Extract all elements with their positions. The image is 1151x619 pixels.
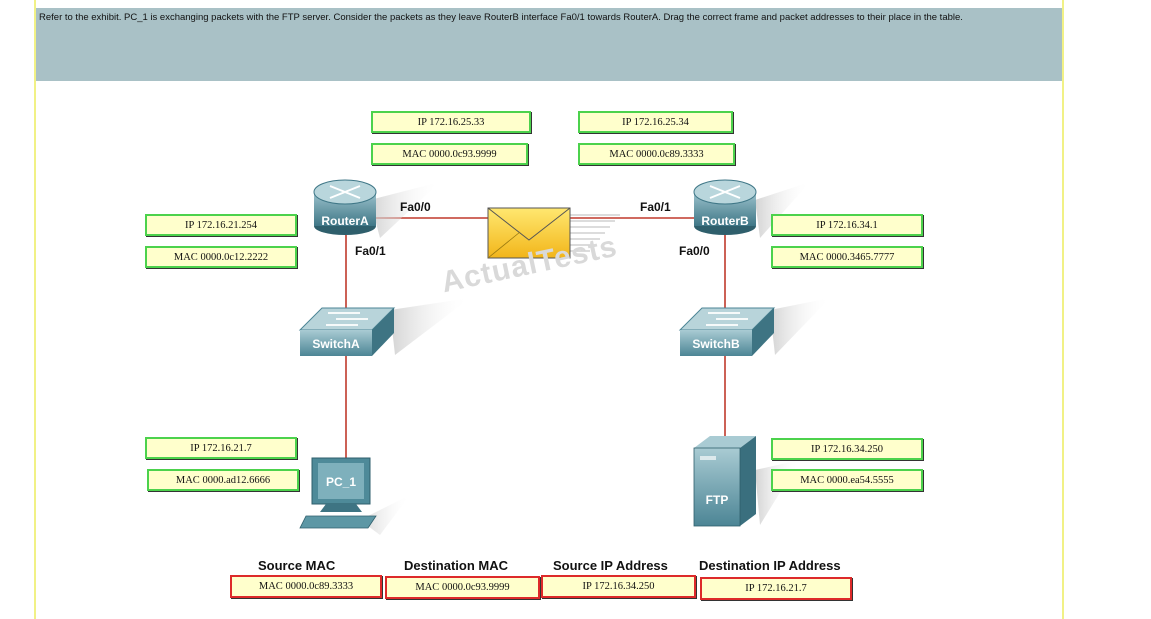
network-diagram: RouterA RouterB SwitchA SwitchB PC_1 FTP [298, 179, 830, 535]
answer-destination-mac[interactable]: MAC 0000.0c93.9999 [385, 576, 540, 599]
pc-label: PC_1 [326, 475, 356, 489]
destination-ip-header: Destination IP Address [699, 558, 841, 573]
router-b-label: RouterB [701, 214, 749, 228]
router-b-fa00-ip-label[interactable]: IP 172.16.34.1 [771, 214, 923, 236]
answer-source-mac[interactable]: MAC 0000.0c89.3333 [230, 575, 382, 598]
ftp-mac-label[interactable]: MAC 0000.ea54.5555 [771, 469, 923, 491]
source-ip-header: Source IP Address [553, 558, 668, 573]
router-a-fa01-ip-label[interactable]: IP 172.16.21.254 [145, 214, 297, 236]
destination-mac-header: Destination MAC [404, 558, 508, 573]
router-a-fa00-mac-label[interactable]: MAC 0000.0c93.9999 [371, 143, 528, 165]
switch-b-icon: SwitchB [678, 298, 830, 356]
router-b-fa01-mac-label[interactable]: MAC 0000.0c89.3333 [578, 143, 735, 165]
ftp-ip-label[interactable]: IP 172.16.34.250 [771, 438, 923, 460]
router-a-fa00-label: Fa0/0 [400, 200, 431, 214]
router-b-fa01-label: Fa0/1 [640, 200, 671, 214]
router-b-fa01-ip-label[interactable]: IP 172.16.25.34 [578, 111, 733, 133]
router-a-label: RouterA [321, 214, 369, 228]
ftp-label: FTP [706, 493, 729, 507]
pc-ip-label[interactable]: IP 172.16.21.7 [145, 437, 297, 459]
switch-b-label: SwitchB [692, 337, 740, 351]
router-b-fa00-mac-label[interactable]: MAC 0000.3465.7777 [771, 246, 923, 268]
pc-icon: PC_1 [299, 457, 410, 535]
router-a-fa01-mac-label[interactable]: MAC 0000.0c12.2222 [145, 246, 297, 268]
switch-a-label: SwitchA [312, 337, 360, 351]
answer-destination-ip[interactable]: IP 172.16.21.7 [700, 577, 852, 600]
pc-mac-label[interactable]: MAC 0000.ad12.6666 [147, 469, 299, 491]
router-a-fa01-label: Fa0/1 [355, 244, 386, 258]
answer-source-ip[interactable]: IP 172.16.34.250 [541, 575, 696, 598]
switch-a-icon: SwitchA [298, 298, 470, 356]
source-mac-header: Source MAC [258, 558, 336, 573]
router-b-fa00-label: Fa0/0 [679, 244, 710, 258]
router-a-fa00-ip-label[interactable]: IP 172.16.25.33 [371, 111, 531, 133]
